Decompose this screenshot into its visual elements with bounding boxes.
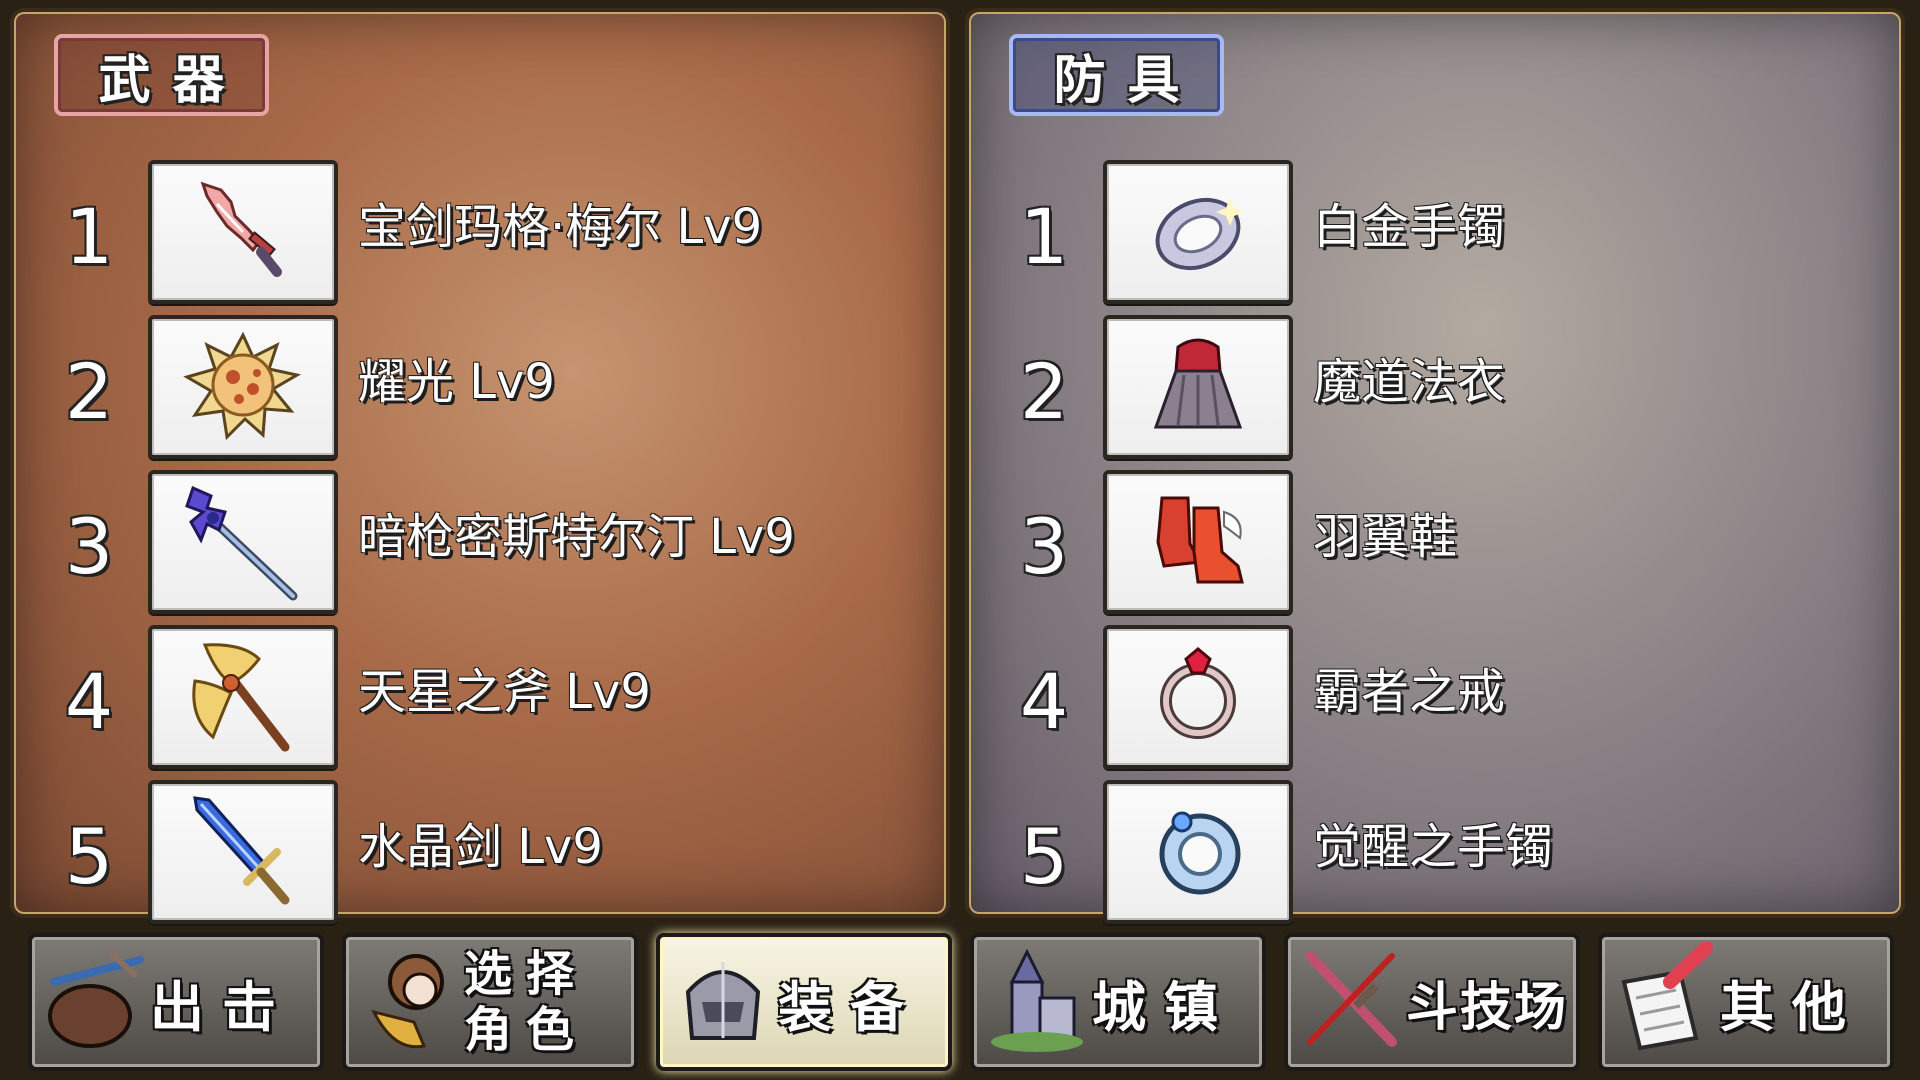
armor-slot-2[interactable]: 2 魔道法衣 <box>969 312 1901 462</box>
arena-button[interactable]: 斗技场 <box>1284 933 1580 1071</box>
sortie-label: 出击 <box>150 975 294 1039</box>
armor-title: 防具 <box>1009 34 1224 116</box>
item-icon-box <box>148 625 338 769</box>
weapons-panel: 武器 1 宝剑玛格·梅尔 Lv9 2 耀光 Lv9 3 暗枪密斯特尔汀 Lv9 … <box>10 8 950 924</box>
town-label: 城镇 <box>1092 975 1236 1039</box>
item-name: 暗枪密斯特尔汀 Lv9 <box>358 509 795 565</box>
item-name: 白金手镯 <box>1313 199 1506 255</box>
item-name: 宝剑玛格·梅尔 Lv9 <box>358 199 763 255</box>
slot-number: 5 <box>1019 812 1069 901</box>
arena-label: 斗技场 <box>1406 977 1569 1038</box>
item-icon-box <box>1103 160 1293 304</box>
armor-helmet-icon <box>685 962 761 1040</box>
armor-panel: 防具 1 白金手镯 2 魔道法衣 3 羽翼鞋 4 霸者之戒 5 觉醒之手镯 <box>965 8 1905 924</box>
other-button[interactable]: 其他 <box>1598 933 1894 1071</box>
sword-icon <box>200 181 282 277</box>
scroll-quill-icon <box>1621 942 1713 1051</box>
sortie-pot-icon <box>48 949 144 1048</box>
weapons-title: 武器 <box>54 34 269 116</box>
slot-number: 3 <box>64 502 114 591</box>
town-button[interactable]: 城镇 <box>970 933 1266 1071</box>
bottom-menu-bar: 出击 选择 角色 装备 城镇 斗技场 其他 <box>0 925 1920 1080</box>
robe-icon <box>1153 338 1243 429</box>
slot-number: 5 <box>64 812 114 901</box>
item-name: 羽翼鞋 <box>1313 509 1458 565</box>
other-label: 其他 <box>1720 975 1864 1039</box>
slot-number: 2 <box>1019 347 1069 436</box>
item-icon-box <box>148 780 338 924</box>
flare-orb-icon <box>183 331 302 441</box>
item-icon-box <box>148 160 338 304</box>
arena-swords-icon <box>1305 951 1397 1047</box>
weapon-slot-3[interactable]: 3 暗枪密斯特尔汀 Lv9 <box>14 467 946 617</box>
slot-number: 1 <box>1019 192 1069 281</box>
bracelet-icon <box>1155 197 1244 271</box>
armor-slot-3[interactable]: 3 羽翼鞋 <box>969 467 1901 617</box>
equip-button[interactable]: 装备 <box>656 933 952 1071</box>
item-name: 天星之斧 Lv9 <box>358 664 651 720</box>
slot-number: 4 <box>1019 657 1069 746</box>
ring-icon <box>1160 647 1236 739</box>
item-icon-box <box>1103 470 1293 614</box>
sortie-button[interactable]: 出击 <box>28 933 324 1071</box>
item-name: 耀光 Lv9 <box>358 354 555 410</box>
character-portrait-icon <box>371 954 444 1049</box>
item-icon-box <box>1103 315 1293 459</box>
weapon-slot-5[interactable]: 5 水晶剑 Lv9 <box>14 777 946 927</box>
crystal-sword-icon <box>193 796 290 905</box>
slot-number: 4 <box>64 657 114 746</box>
item-icon-box <box>1103 625 1293 769</box>
armor-slot-1[interactable]: 1 白金手镯 <box>969 157 1901 307</box>
select-character-label: 选择 角色 <box>464 946 589 1058</box>
weapon-slot-4[interactable]: 4 天星之斧 Lv9 <box>14 622 946 772</box>
boots-icon <box>1156 496 1244 584</box>
slot-number: 2 <box>64 347 114 436</box>
spear-icon <box>185 485 298 601</box>
armor-slot-4[interactable]: 4 霸者之戒 <box>969 622 1901 772</box>
item-icon-box <box>148 315 338 459</box>
weapon-slot-2[interactable]: 2 耀光 Lv9 <box>14 312 946 462</box>
axe-icon <box>192 643 290 752</box>
item-name: 觉醒之手镯 <box>1313 819 1554 875</box>
select-character-button[interactable]: 选择 角色 <box>342 933 638 1071</box>
item-name: 魔道法衣 <box>1313 354 1506 410</box>
slot-number: 1 <box>64 192 114 281</box>
equip-label: 装备 <box>778 975 922 1039</box>
town-castle-icon <box>991 948 1083 1052</box>
armor-slot-5[interactable]: 5 觉醒之手镯 <box>969 777 1901 927</box>
item-icon-box <box>148 470 338 614</box>
item-icon-box <box>1103 780 1293 924</box>
slot-number: 3 <box>1019 502 1069 591</box>
bangle-icon <box>1159 811 1241 895</box>
item-name: 霸者之戒 <box>1313 664 1506 720</box>
item-name: 水晶剑 Lv9 <box>358 819 603 875</box>
weapon-slot-1[interactable]: 1 宝剑玛格·梅尔 Lv9 <box>14 157 946 307</box>
